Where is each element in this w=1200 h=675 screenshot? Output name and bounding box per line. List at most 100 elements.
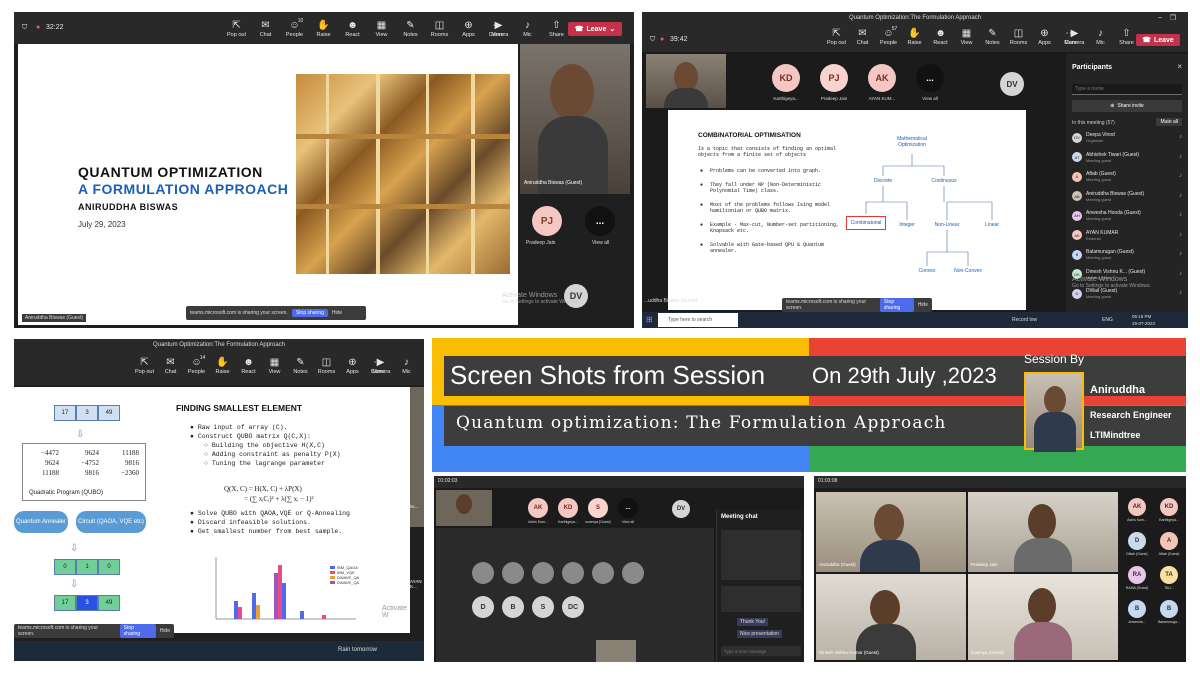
- toolbar-rooms-button[interactable]: ◫ Rooms: [314, 357, 339, 375]
- share-bar: teams.microsoft.com is sharing your scre…: [782, 298, 932, 312]
- participant-avatar[interactable]: S: [588, 498, 608, 518]
- leave-button[interactable]: ☎ Leave: [1136, 34, 1180, 46]
- video-tile-presenter: Aniruddha Biswas (Guest): [520, 44, 630, 194]
- close-icon[interactable]: ×: [1177, 62, 1182, 71]
- toolbar-camera-button[interactable]: ▶ Camera: [486, 20, 511, 38]
- participant-avatar[interactable]: AK: [528, 498, 548, 518]
- participant-row[interactable]: DV Deepa Vinod Organizer: [1072, 132, 1115, 143]
- avatar-pj[interactable]: PJ: [532, 206, 562, 236]
- participant-info: Aftab (Guest) Meeting guest: [1086, 171, 1116, 182]
- participant-row[interactable]: AK AYAN KUMAR External: [1072, 230, 1118, 241]
- stop-sharing-button[interactable]: Stop sharing: [119, 624, 156, 638]
- toolbar-mic-button[interactable]: ♪ Mic: [1088, 28, 1113, 46]
- toolbar-react-button[interactable]: ☻ React: [236, 357, 261, 375]
- maximize-icon[interactable]: ❐: [1170, 14, 1176, 22]
- toolbar-notes-button[interactable]: ✎ Notes: [398, 20, 423, 38]
- participant-avatar[interactable]: D: [1128, 532, 1146, 550]
- toolbar-notes-button[interactable]: ✎ Notes: [980, 28, 1005, 46]
- participant-avatar[interactable]: AK: [1128, 498, 1146, 516]
- toolbar-people-button[interactable]: ☺ 14 People: [184, 355, 209, 375]
- participant-avatar[interactable]: B: [1128, 600, 1146, 618]
- hide-button[interactable]: Hide: [332, 310, 342, 316]
- avatar-dv[interactable]: DV: [672, 500, 690, 518]
- stop-sharing-button[interactable]: Stop sharing: [291, 309, 328, 317]
- phone-icon: ☎: [574, 26, 584, 33]
- hide-button[interactable]: Hide: [160, 628, 170, 634]
- toolbar-apps-button[interactable]: ⊕ Apps: [456, 20, 481, 38]
- participant-avatar[interactable]: KD: [1160, 498, 1178, 516]
- toolbar-mic-button[interactable]: ♪ Mic: [394, 357, 419, 375]
- avatar-pj[interactable]: PJ: [820, 64, 848, 92]
- formula-1: Q(X, C) = H(X, C) + λP(X): [224, 485, 302, 493]
- taskbar-search[interactable]: Type here to search: [658, 313, 738, 327]
- bullet-dot-icon: ○: [204, 460, 212, 467]
- participant-avatar[interactable]: ...: [618, 498, 638, 518]
- toolbar-react-button[interactable]: ☻ React: [340, 20, 365, 38]
- toolbar-pop-out-button[interactable]: ⇱ Pop out: [824, 28, 849, 46]
- toolbar-chat-button[interactable]: ✉ Chat: [158, 357, 183, 375]
- toolbar-view-button[interactable]: ▦ View: [262, 357, 287, 375]
- qubo-box: −4472 9624 11188 9624 −4752 9816 11188 9816 −236…: [22, 443, 146, 501]
- toolbar-raise-button[interactable]: ✋ Raise: [210, 357, 235, 375]
- session-banner: Screen Shots from Session On 29th July ,…: [432, 338, 1186, 472]
- chart-bar: [274, 573, 278, 619]
- small-video-tile: [596, 640, 636, 662]
- toolbar-people-button[interactable]: ☺ 57 People: [876, 26, 901, 46]
- toolbar-notes-button[interactable]: ✎ Notes: [288, 357, 313, 375]
- participant-avatar[interactable]: KD: [558, 498, 578, 518]
- participant-avatar[interactable]: A: [1160, 532, 1178, 550]
- weather-status: Rain tomorrow: [338, 647, 378, 653]
- toolbar-share-button[interactable]: ⇧ Share: [544, 20, 569, 38]
- avatar-dv[interactable]: DV: [1000, 72, 1024, 96]
- toolbar-chat-button[interactable]: ✉ Chat: [850, 28, 875, 46]
- share-icon: ⇧: [552, 20, 561, 31]
- chat-input[interactable]: [721, 646, 801, 656]
- toolbar-camera-button[interactable]: ▶ Camera: [368, 357, 393, 375]
- avatar-ak[interactable]: AK: [868, 64, 896, 92]
- hide-button[interactable]: Hide: [918, 302, 928, 308]
- participant-search-input[interactable]: [1072, 84, 1182, 95]
- toolbar-react-button[interactable]: ☻ React: [928, 28, 953, 46]
- leave-button[interactable]: ☎ Leave ⌄: [568, 22, 622, 36]
- toolbar-raise-button[interactable]: ✋ Raise: [311, 20, 336, 38]
- toolbar-pop-out-button[interactable]: ⇱ Pop out: [224, 20, 249, 38]
- toolbar-apps-button[interactable]: ⊕ Apps: [1032, 28, 1057, 46]
- participant-row[interactable]: AT Abhishek Tiwari (Guest) Meeting guest: [1072, 152, 1139, 163]
- windows-start-icon[interactable]: ⊞: [646, 315, 653, 324]
- toolbar-chat-button[interactable]: ✉ Chat: [253, 20, 278, 38]
- toolbar-camera-button[interactable]: ▶ Camera: [1062, 28, 1087, 46]
- notes-icon: ✎: [296, 357, 305, 368]
- toolbar-people-button[interactable]: ☺ 10 People: [282, 18, 307, 38]
- view-all-button[interactable]: ...: [585, 206, 615, 236]
- pop-out-icon: ⇱: [832, 28, 841, 39]
- participant-avatar: AK: [1072, 230, 1082, 240]
- mic-off-icon: ♪: [1179, 134, 1182, 140]
- participant-row[interactable]: A Aftab (Guest) Meeting guest: [1072, 171, 1116, 182]
- media-controls: ▶ Camera ♪ Mic: [368, 357, 419, 375]
- participant-row[interactable]: AB Aniruddha Biswas (Guest) Meeting guest: [1072, 191, 1144, 202]
- participant-row[interactable]: AH Anwesha Hooda (Guest) Meeting guest: [1072, 210, 1141, 221]
- participant-row[interactable]: D DWail (Guest) Meeting guest: [1072, 288, 1117, 299]
- share-invite-button[interactable]: ⊕ Share invite: [1072, 100, 1182, 112]
- participant-avatar[interactable]: TA: [1160, 566, 1178, 584]
- toolbar-pop-out-button[interactable]: ⇱ Pop out: [132, 357, 157, 375]
- avatar-view-all[interactable]: ...: [916, 64, 944, 92]
- toolbar-raise-button[interactable]: ✋ Raise: [902, 28, 927, 46]
- toolbar-apps-button[interactable]: ⊕ Apps: [340, 357, 365, 375]
- chat-icon: ✉: [261, 20, 270, 31]
- participant-avatar[interactable]: B: [1160, 600, 1178, 618]
- toolbar-rooms-button[interactable]: ◫ Rooms: [427, 20, 452, 38]
- toolbar-view-button[interactable]: ▦ View: [954, 28, 979, 46]
- participant-row[interactable]: B Balamurugan (Guest) Meeting guest: [1072, 249, 1134, 260]
- chart-bar: [278, 565, 282, 619]
- toolbar-view-button[interactable]: ▦ View: [369, 20, 394, 38]
- mute-all-button[interactable]: Mute all: [1156, 118, 1182, 126]
- participant-avatar[interactable]: RA: [1128, 566, 1146, 584]
- toolbar-mic-button[interactable]: ♪ Mic: [515, 20, 540, 38]
- stop-sharing-button[interactable]: Stop sharing: [879, 298, 914, 312]
- teams-window-chat: 01:02:03 AK Ashis Kum... KD Karthigeya... Ss…: [434, 476, 804, 662]
- avatar-kd[interactable]: KD: [772, 64, 800, 92]
- minimize-icon[interactable]: –: [1158, 14, 1162, 21]
- rooms-icon: ◫: [321, 357, 332, 368]
- toolbar-rooms-button[interactable]: ◫ Rooms: [1006, 28, 1031, 46]
